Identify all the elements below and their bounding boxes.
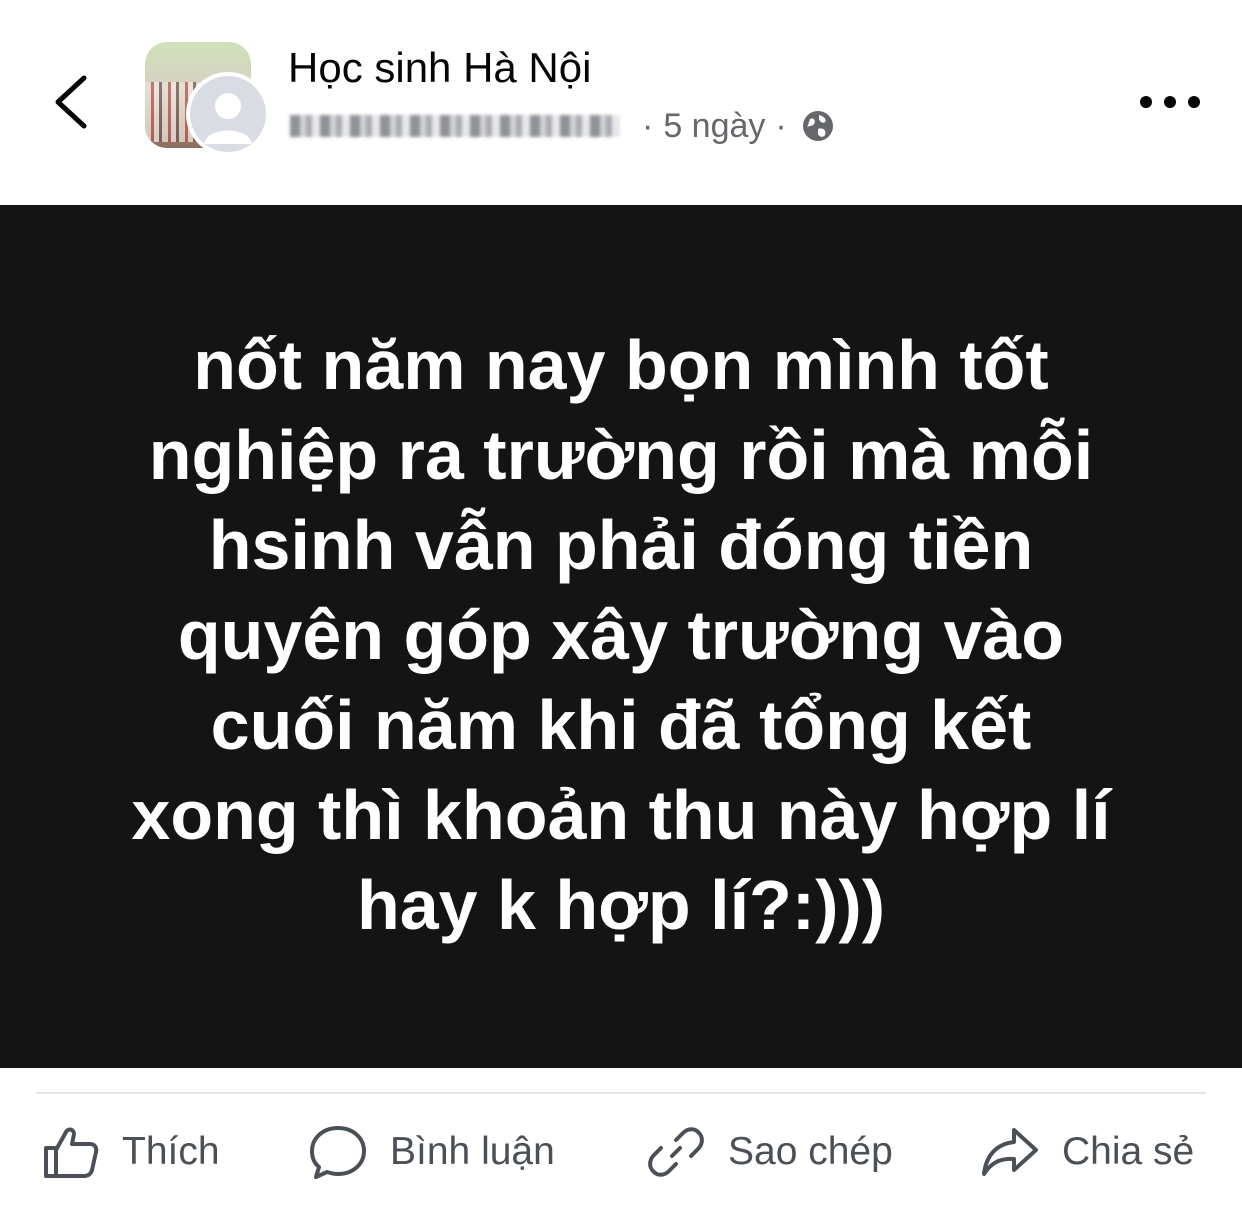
link-icon: [648, 1127, 704, 1177]
post-meta: · 5 ngày ·: [290, 104, 835, 148]
back-button[interactable]: [40, 62, 100, 142]
more-options-button[interactable]: [1136, 84, 1204, 120]
action-bar: Thích Bình luận Sao chép Chia sẻ: [0, 1094, 1242, 1216]
copy-link-button[interactable]: Sao chép: [646, 1122, 893, 1182]
comment-label: Bình luận: [390, 1130, 555, 1173]
post-header: Học sinh Hà Nội · 5 ngày ·: [0, 0, 1242, 205]
blurred-author-name[interactable]: [290, 115, 620, 137]
globe-icon: [802, 111, 833, 141]
post-line: quyên góp xây trường vào: [177, 596, 1065, 674]
post-line: cuối năm khi đã tổng kết: [210, 686, 1032, 764]
copy-label: Sao chép: [728, 1130, 893, 1173]
post-text: nốt năm nay bọn mình tốt nghiệp ra trườn…: [0, 320, 1242, 950]
comment-button[interactable]: Bình luận: [308, 1122, 555, 1182]
default-person-icon: [204, 93, 252, 144]
post-text-card: nốt năm nay bọn mình tốt nghiệp ra trườn…: [0, 205, 1242, 1068]
author-avatar[interactable]: [186, 72, 270, 156]
comment-bubble-icon: [310, 1126, 366, 1179]
thumbs-up-icon: [44, 1127, 99, 1178]
post-time[interactable]: 5 ngày: [663, 107, 765, 146]
more-horizontal-icon: [1140, 96, 1200, 108]
meta-separator: ·: [642, 106, 654, 145]
share-label: Chia sẻ: [1062, 1130, 1195, 1173]
like-label: Thích: [122, 1130, 220, 1173]
chevron-left-icon: [55, 75, 87, 129]
meta-separator-2: ·: [775, 106, 787, 145]
post-line: nốt năm nay bọn mình tốt: [193, 326, 1049, 404]
share-arrow-icon: [982, 1128, 1038, 1176]
post-line: hay k hợp lí?:))): [356, 866, 886, 944]
post-line: hsinh vẫn phải đóng tiền: [208, 506, 1034, 584]
group-name[interactable]: Học sinh Hà Nội: [288, 44, 591, 92]
share-button[interactable]: Chia sẻ: [980, 1122, 1194, 1182]
post-line: nghiệp ra trường rồi mà mỗi: [148, 416, 1094, 494]
post-line: xong thì khoản thu này hợp lí: [131, 776, 1111, 854]
like-button[interactable]: Thích: [40, 1122, 220, 1182]
